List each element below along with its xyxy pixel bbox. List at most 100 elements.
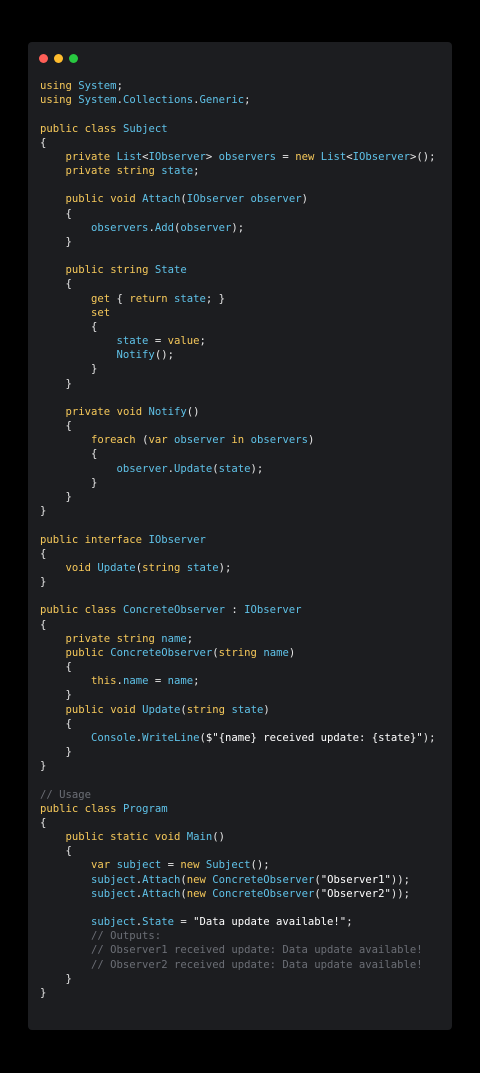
keyword-token: public: [65, 264, 104, 277]
punctuation-token: );: [250, 462, 264, 475]
punctuation-token: [40, 335, 117, 347]
identifier-token: Subject: [205, 859, 251, 872]
punctuation-token: ): [301, 193, 308, 206]
identifier-token: System: [78, 94, 117, 107]
code-line: }: [40, 362, 436, 376]
keyword-token: public class: [40, 604, 117, 617]
code-line: using System;: [40, 79, 436, 93]
identifier-token: observers: [91, 221, 149, 234]
code-line: Notify();: [40, 348, 436, 362]
code-line: {: [40, 447, 436, 461]
punctuation-token: [40, 406, 66, 418]
punctuation-token: [40, 930, 91, 942]
code-line: subject.Attach(new ConcreteObserver("Obs…: [40, 873, 436, 887]
string-token: "Data update available!": [193, 916, 347, 929]
punctuation-token: [40, 264, 66, 276]
keyword-token: return: [129, 292, 168, 305]
identifier-token: IObserver: [148, 150, 206, 163]
keyword-token: string: [218, 646, 257, 659]
identifier-token: name: [161, 632, 187, 645]
code-line: Console.WriteLine($"{name} received upda…: [40, 731, 436, 745]
punctuation-token: {: [40, 420, 72, 433]
keyword-token: public class: [40, 802, 117, 815]
punctuation-token: ();: [154, 349, 174, 362]
code-window: using System; using System.Collections.Ge…: [28, 42, 452, 1030]
punctuation-token: [40, 562, 66, 574]
punctuation-token: {: [40, 207, 72, 220]
punctuation-token: {: [40, 845, 72, 858]
close-button[interactable]: [39, 54, 48, 63]
punctuation-token: (): [212, 831, 225, 844]
identifier-token: state: [173, 292, 206, 305]
punctuation-token: [40, 704, 66, 716]
code-line: var subject = new Subject();: [40, 858, 436, 872]
keyword-token: string: [116, 632, 155, 645]
keyword-token: set: [91, 306, 111, 319]
punctuation-token: ;: [116, 80, 123, 92]
code-line: {: [40, 816, 436, 830]
keyword-token: new: [295, 150, 315, 163]
punctuation-token: }: [40, 987, 47, 999]
keyword-token: public interface: [40, 533, 143, 546]
code-block[interactable]: using System; using System.Collections.Ge…: [40, 79, 436, 1000]
code-line: }: [40, 759, 436, 773]
punctuation-token: =: [148, 675, 168, 688]
code-line: private string name;: [40, 632, 436, 646]
punctuation-token: }: [40, 235, 72, 248]
punctuation-token: {: [40, 816, 47, 829]
identifier-token: subject: [91, 887, 136, 900]
identifier-token: Update: [97, 561, 136, 574]
identifier-token: Notify: [148, 405, 187, 418]
code-line: {: [40, 717, 436, 731]
identifier-token: List: [116, 150, 143, 163]
code-line: // Observer1 received update: Data updat…: [40, 943, 436, 957]
punctuation-token: {: [40, 661, 72, 674]
code-line: foreach (var observer in observers): [40, 433, 436, 447]
punctuation-token: ; }: [205, 292, 226, 305]
keyword-token: public: [65, 703, 104, 716]
minimize-button[interactable]: [54, 54, 63, 63]
keyword-token: void: [116, 405, 143, 418]
punctuation-token: ));: [390, 887, 411, 900]
code-line: subject.Attach(new ConcreteObserver("Obs…: [40, 887, 436, 901]
identifier-token: ConcreteObserver: [212, 873, 315, 886]
identifier-token: State: [142, 916, 174, 929]
identifier-token: ConcreteObserver: [212, 887, 315, 900]
identifier-token: Console: [91, 731, 136, 744]
code-line: observers.Add(observer);: [40, 221, 436, 235]
comment-token: // Usage: [40, 788, 92, 801]
string-token: "Observer2": [320, 887, 391, 900]
punctuation-token: (: [135, 434, 149, 447]
identifier-token: subject: [116, 859, 162, 872]
code-line: {: [40, 660, 436, 674]
punctuation-token: {: [40, 278, 72, 291]
keyword-token: string: [116, 165, 155, 178]
identifier-token: observers: [218, 150, 277, 163]
punctuation-token: ;: [186, 632, 194, 645]
code-line: }: [40, 745, 436, 759]
code-line: public static void Main(): [40, 830, 436, 844]
code-line: {: [40, 136, 436, 150]
punctuation-token: [40, 222, 91, 234]
punctuation-token: ): [263, 703, 270, 716]
punctuation-token: }: [40, 689, 72, 702]
identifier-token: Attach: [142, 873, 181, 886]
identifier-token: Attach: [142, 193, 181, 206]
identifier-token: WriteLine: [142, 731, 200, 744]
identifier-token: IObserver: [244, 604, 302, 617]
punctuation-token: [40, 307, 91, 319]
keyword-token: new: [180, 859, 200, 872]
code-line: private string state;: [40, 164, 436, 178]
keyword-token: public: [65, 193, 104, 206]
identifier-token: ConcreteObserver: [110, 646, 213, 659]
comment-token: // Outputs:: [91, 930, 162, 943]
code-line: }: [40, 476, 436, 490]
maximize-button[interactable]: [69, 54, 78, 63]
punctuation-token: >();: [410, 150, 436, 163]
punctuation-token: {: [40, 547, 47, 560]
identifier-token: name: [263, 646, 289, 659]
code-line: {: [40, 844, 436, 858]
punctuation-token: );: [218, 561, 232, 574]
code-line: set: [40, 306, 436, 320]
